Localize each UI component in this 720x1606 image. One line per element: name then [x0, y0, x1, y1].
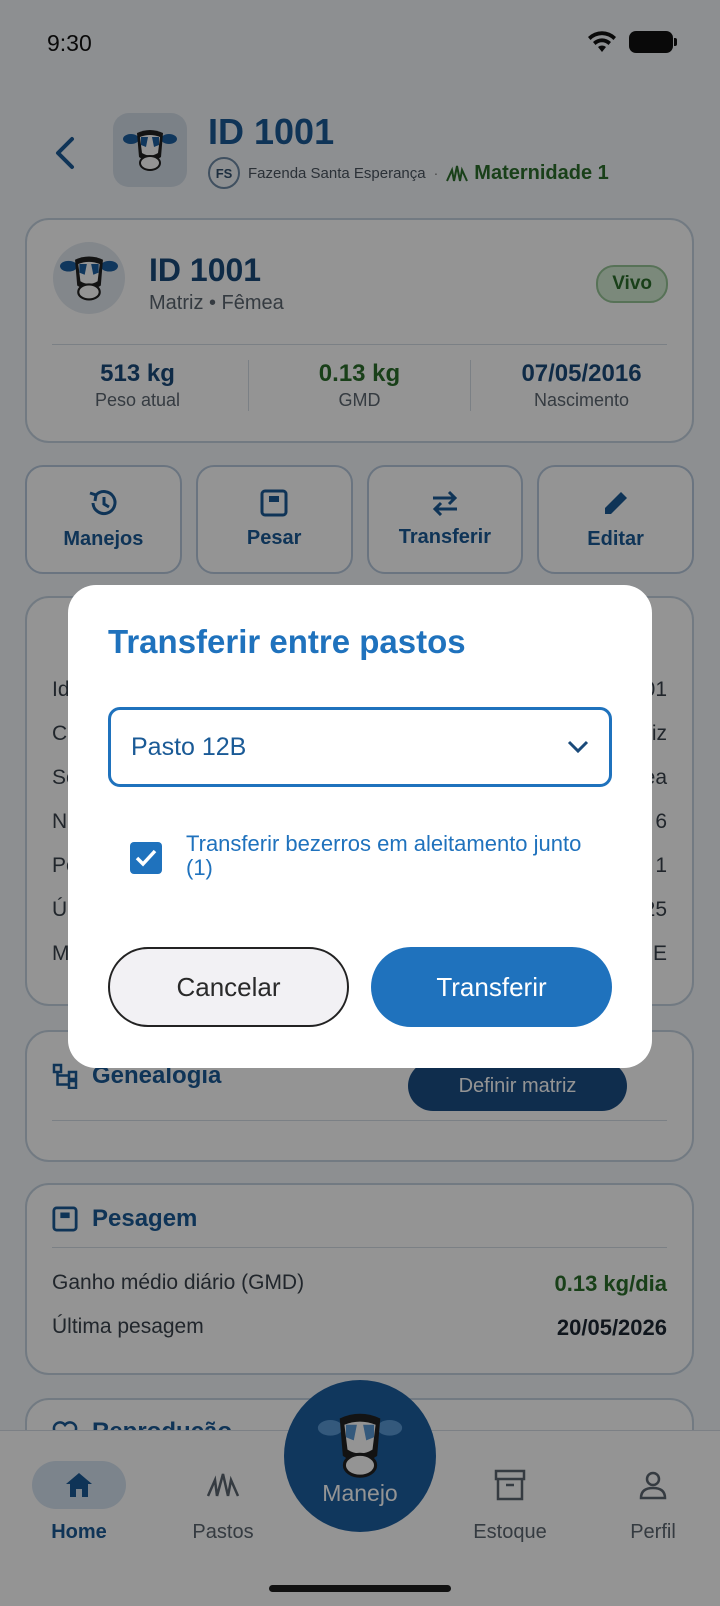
- calves-checkbox-row[interactable]: Transferir bezerros em aleitamento junto…: [130, 832, 590, 880]
- transfer-button[interactable]: Transferir: [371, 947, 612, 1027]
- transfer-dialog: Transferir entre pastos Pasto 12B Transf…: [68, 585, 652, 1068]
- check-icon: [135, 849, 157, 867]
- pasto-select[interactable]: Pasto 12B: [108, 707, 612, 787]
- chevron-down-icon: [567, 740, 589, 754]
- calves-checkbox[interactable]: [130, 842, 162, 874]
- cancel-button[interactable]: Cancelar: [108, 947, 349, 1027]
- select-value: Pasto 12B: [131, 732, 247, 761]
- home-indicator: [269, 1585, 451, 1592]
- dialog-title: Transferir entre pastos: [108, 623, 466, 660]
- checkbox-label: Transferir bezerros em aleitamento junto…: [186, 831, 582, 880]
